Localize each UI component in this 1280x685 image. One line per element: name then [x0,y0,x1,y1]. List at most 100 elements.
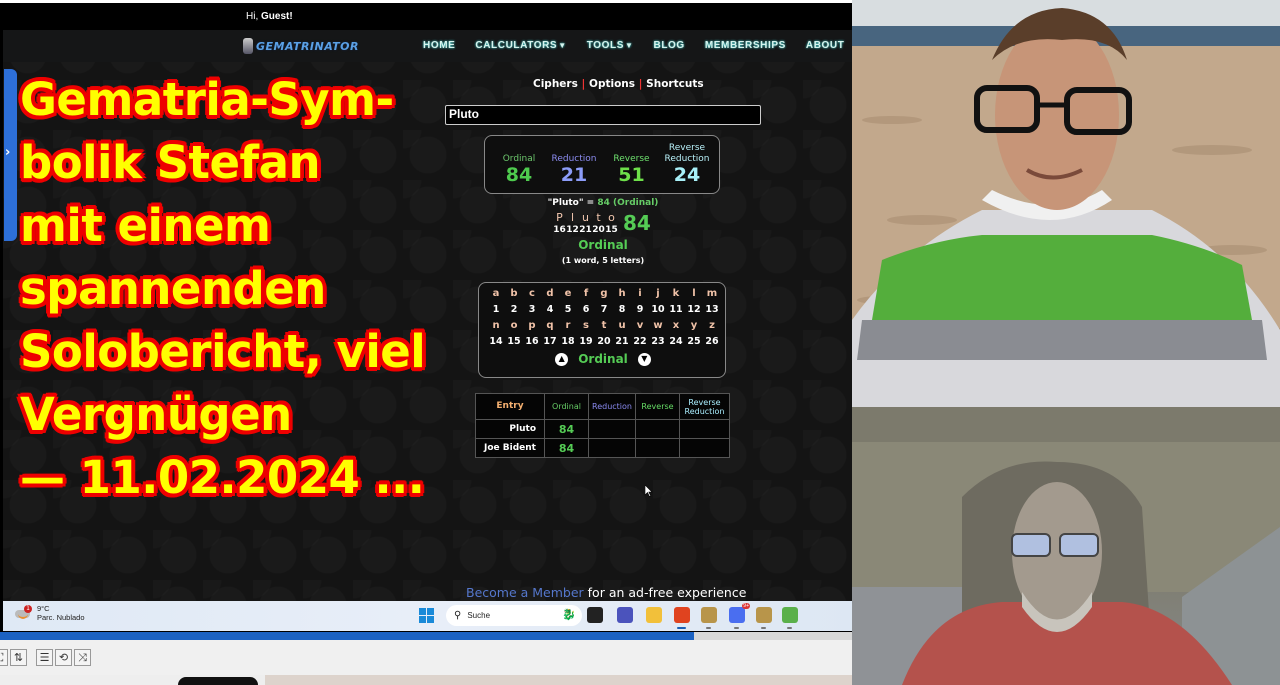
chart-letter: k [672,288,680,299]
header-reverse[interactable]: Reverse [635,393,680,420]
breakdown-phrase: "Pluto" = [547,198,598,208]
row-reduction[interactable] [588,419,636,439]
row-ordinal[interactable]: 84 [544,419,589,439]
chart-letter: b [510,288,518,299]
nav-label: BLOG [653,40,685,51]
task-view-icon[interactable] [587,607,603,623]
shortcuts-link[interactable]: Shortcuts [646,78,703,90]
playlist-icon[interactable]: ☰ [36,649,53,666]
breakdown-letter: o [608,211,615,224]
league-client-icon[interactable] [701,607,717,623]
cipher-reverse[interactable]: Reverse 51 [609,154,654,185]
row-reverse-reduction[interactable] [679,438,730,458]
site-logo[interactable]: GEMATRINATOR [243,38,359,54]
table-row[interactable]: Joe Bident 84 [475,438,730,458]
nav-tools[interactable]: TOOLS▼ [587,40,634,51]
playback-progress-bar[interactable] [0,632,852,640]
table-row[interactable]: Pluto 84 [475,419,730,439]
chart-letter: h [618,288,626,299]
league-game-icon[interactable] [756,607,772,623]
chart-number: 22 [633,336,647,347]
title-line: spannenden [20,262,326,315]
search-placeholder: Suche [467,611,491,620]
discord-icon[interactable]: 9+ [729,603,750,623]
header-ordinal[interactable]: Ordinal [544,393,589,420]
running-indicator [787,627,792,629]
chart-number: 4 [546,304,554,315]
cipher-reduction[interactable]: Reduction 21 [549,154,599,185]
nav-label: CALCULATORS [475,40,558,51]
nav-links: HOME CALCULATORS▼ TOOLS▼ BLOG MEMBERSHIP… [423,40,852,51]
breakdown-number: 12 [566,225,579,235]
shuffle-icon[interactable]: ⤨ [74,649,91,666]
chart-number: 9 [636,304,644,315]
windows-taskbar: 1 9°C Parc. Nublado ⚲ Suche 🐉 9+ [3,601,852,631]
running-indicator [761,627,766,629]
mouse-cursor-icon [645,485,653,497]
nav-label: HOME [423,40,456,51]
header-reduction[interactable]: Reduction [588,393,636,420]
chart-number: 17 [543,336,557,347]
breakdown-letter: u [582,211,589,224]
breakdown-letter: P [556,211,563,224]
row-reduction[interactable] [588,438,636,458]
screen-capture: Hi, Guest! GEMATRINATOR HOME CALCULATORS… [0,0,852,685]
webcam-feed-bottom [852,407,1280,685]
breakdown-letter: l [570,211,575,224]
chart-number: 2 [510,304,518,315]
chevron-up-icon[interactable]: ▲ [555,352,569,366]
nav-about[interactable]: ABOUT [806,40,845,51]
chart-letter: z [709,320,715,331]
title-line: Vergnügen [20,388,292,441]
chart-number: 15 [507,336,521,347]
notepad-app-icon[interactable] [782,607,798,623]
become-member-link[interactable]: Become a Member [466,585,584,600]
chart-number: 24 [669,336,683,347]
brave-browser-icon[interactable] [674,607,690,623]
chevron-down-icon[interactable]: ▼ [637,352,651,366]
cipher-chart-nav: ▲ Ordinal ▼ [479,352,727,366]
cipher-reverse-reduction[interactable]: Reverse Reduction 24 [660,143,714,185]
nav-home[interactable]: HOME [423,40,455,51]
chart-number: 26 [705,336,719,347]
row-ordinal[interactable]: 84 [544,438,589,458]
weather-widget[interactable]: 1 9°C Parc. Nublado [15,604,85,622]
title-line: bolik Stefan [20,136,321,189]
weather-text: 9°C Parc. Nublado [37,604,85,622]
ciphers-link[interactable]: Ciphers [533,78,578,90]
nav-blog[interactable]: BLOG [654,40,685,51]
cipher-chart-name: Ordinal [578,352,628,366]
row-reverse[interactable] [635,438,680,458]
notification-badge: 9+ [742,603,750,609]
breakdown-title: "Pluto" = 84 (Ordinal) [503,198,703,208]
repeat-icon[interactable]: ⟲ [55,649,72,666]
breakdown-cipher-name: Ordinal [578,238,628,252]
chart-number: 19 [579,336,593,347]
windows-start-icon[interactable] [419,608,434,623]
breakdown-letter: t [596,211,601,224]
chart-number: 12 [687,304,701,315]
chart-letter: v [636,320,644,331]
promo-text: Become a Member for an ad-free experienc… [466,585,746,600]
header-reverse-reduction[interactable]: Reverse Reduction [679,393,730,420]
greeting-user[interactable]: Guest! [261,11,293,22]
chart-letter: w [653,320,663,331]
chart-letter: c [529,288,535,299]
options-link[interactable]: Options [589,78,635,90]
row-reverse-reduction[interactable] [679,419,730,439]
file-explorer-icon[interactable] [646,607,662,623]
row-reverse[interactable] [635,419,680,439]
entry-input[interactable]: Pluto [445,105,761,125]
equalizer-icon[interactable]: ⇅ [10,649,27,666]
side-expand-tab[interactable]: › [4,69,17,241]
cipher-ordinal[interactable]: Ordinal 84 [499,154,539,185]
chart-number: 7 [600,304,608,315]
chart-number: 21 [615,336,629,347]
chart-number: 13 [705,304,719,315]
fullscreen-icon[interactable]: ⛶ [0,649,8,666]
nav-calculators[interactable]: CALCULATORS▼ [475,40,566,51]
nav-memberships[interactable]: MEMBERSHIPS [705,40,786,51]
taskbar-search[interactable]: ⚲ Suche 🐉 [446,605,582,626]
dragon-highlight-icon: 🐉 [562,608,576,621]
teams-icon[interactable] [617,607,633,623]
